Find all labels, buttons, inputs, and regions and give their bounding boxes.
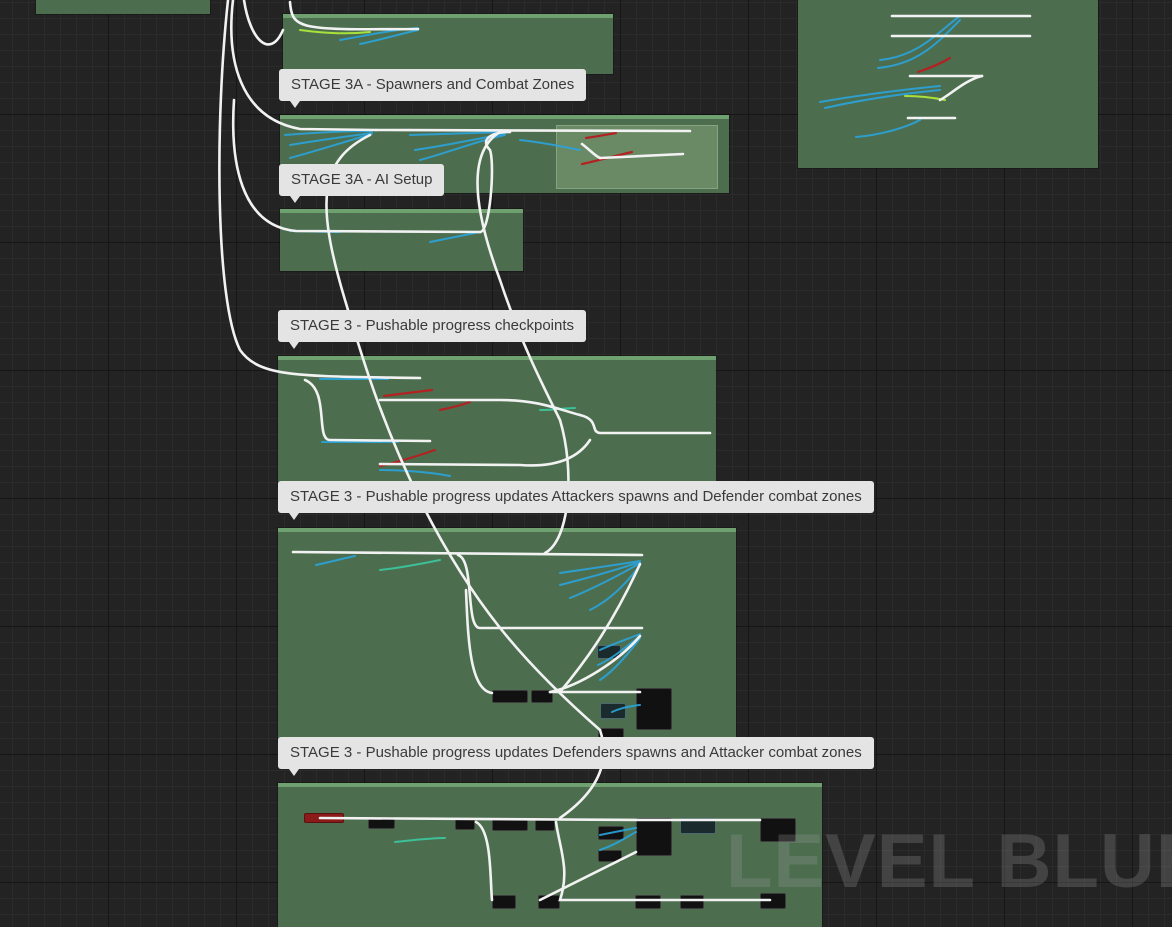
blueprint-node[interactable] bbox=[538, 895, 560, 909]
blueprint-node[interactable] bbox=[368, 817, 395, 829]
comment-box-top-left[interactable] bbox=[36, 0, 210, 14]
blueprint-node[interactable] bbox=[680, 895, 704, 909]
blueprint-node[interactable] bbox=[636, 818, 672, 856]
comment-box-stage3a-ai-setup[interactable] bbox=[280, 209, 523, 271]
blueprint-node[interactable] bbox=[598, 850, 622, 862]
comment-box-top-right[interactable] bbox=[798, 0, 1098, 168]
blueprint-node[interactable] bbox=[455, 818, 475, 830]
blueprint-node[interactable] bbox=[492, 818, 528, 831]
comment-label-stage3a-ai-setup[interactable]: STAGE 3A - AI Setup bbox=[279, 164, 445, 203]
blueprint-node[interactable] bbox=[635, 895, 661, 909]
comment-box-stage3-checkpoints[interactable] bbox=[278, 356, 716, 488]
blueprint-node[interactable] bbox=[597, 645, 621, 659]
blueprint-node[interactable] bbox=[636, 688, 672, 730]
nested-comment-box[interactable] bbox=[556, 125, 718, 189]
blueprint-node[interactable] bbox=[492, 690, 528, 703]
comment-box-stage2-tail[interactable] bbox=[283, 14, 613, 74]
comment-label-stage3-defenders[interactable]: STAGE 3 - Pushable progress updates Defe… bbox=[278, 737, 874, 776]
blueprint-node[interactable] bbox=[304, 813, 344, 823]
comment-label-stage3-attackers[interactable]: STAGE 3 - Pushable progress updates Atta… bbox=[278, 481, 874, 520]
blueprint-node[interactable] bbox=[535, 818, 555, 831]
blueprint-node[interactable] bbox=[598, 826, 624, 840]
comment-label-stage3a-spawners[interactable]: STAGE 3A - Spawners and Combat Zones bbox=[279, 69, 587, 108]
blueprint-node[interactable] bbox=[492, 895, 516, 909]
level-blueprint-watermark: LEVEL BLUEP bbox=[726, 819, 1172, 904]
blueprint-node[interactable] bbox=[600, 703, 626, 719]
blueprint-node[interactable] bbox=[531, 690, 553, 703]
blueprint-node[interactable] bbox=[680, 818, 716, 834]
comment-label-stage3-checkpoints[interactable]: STAGE 3 - Pushable progress checkpoints bbox=[278, 310, 587, 349]
